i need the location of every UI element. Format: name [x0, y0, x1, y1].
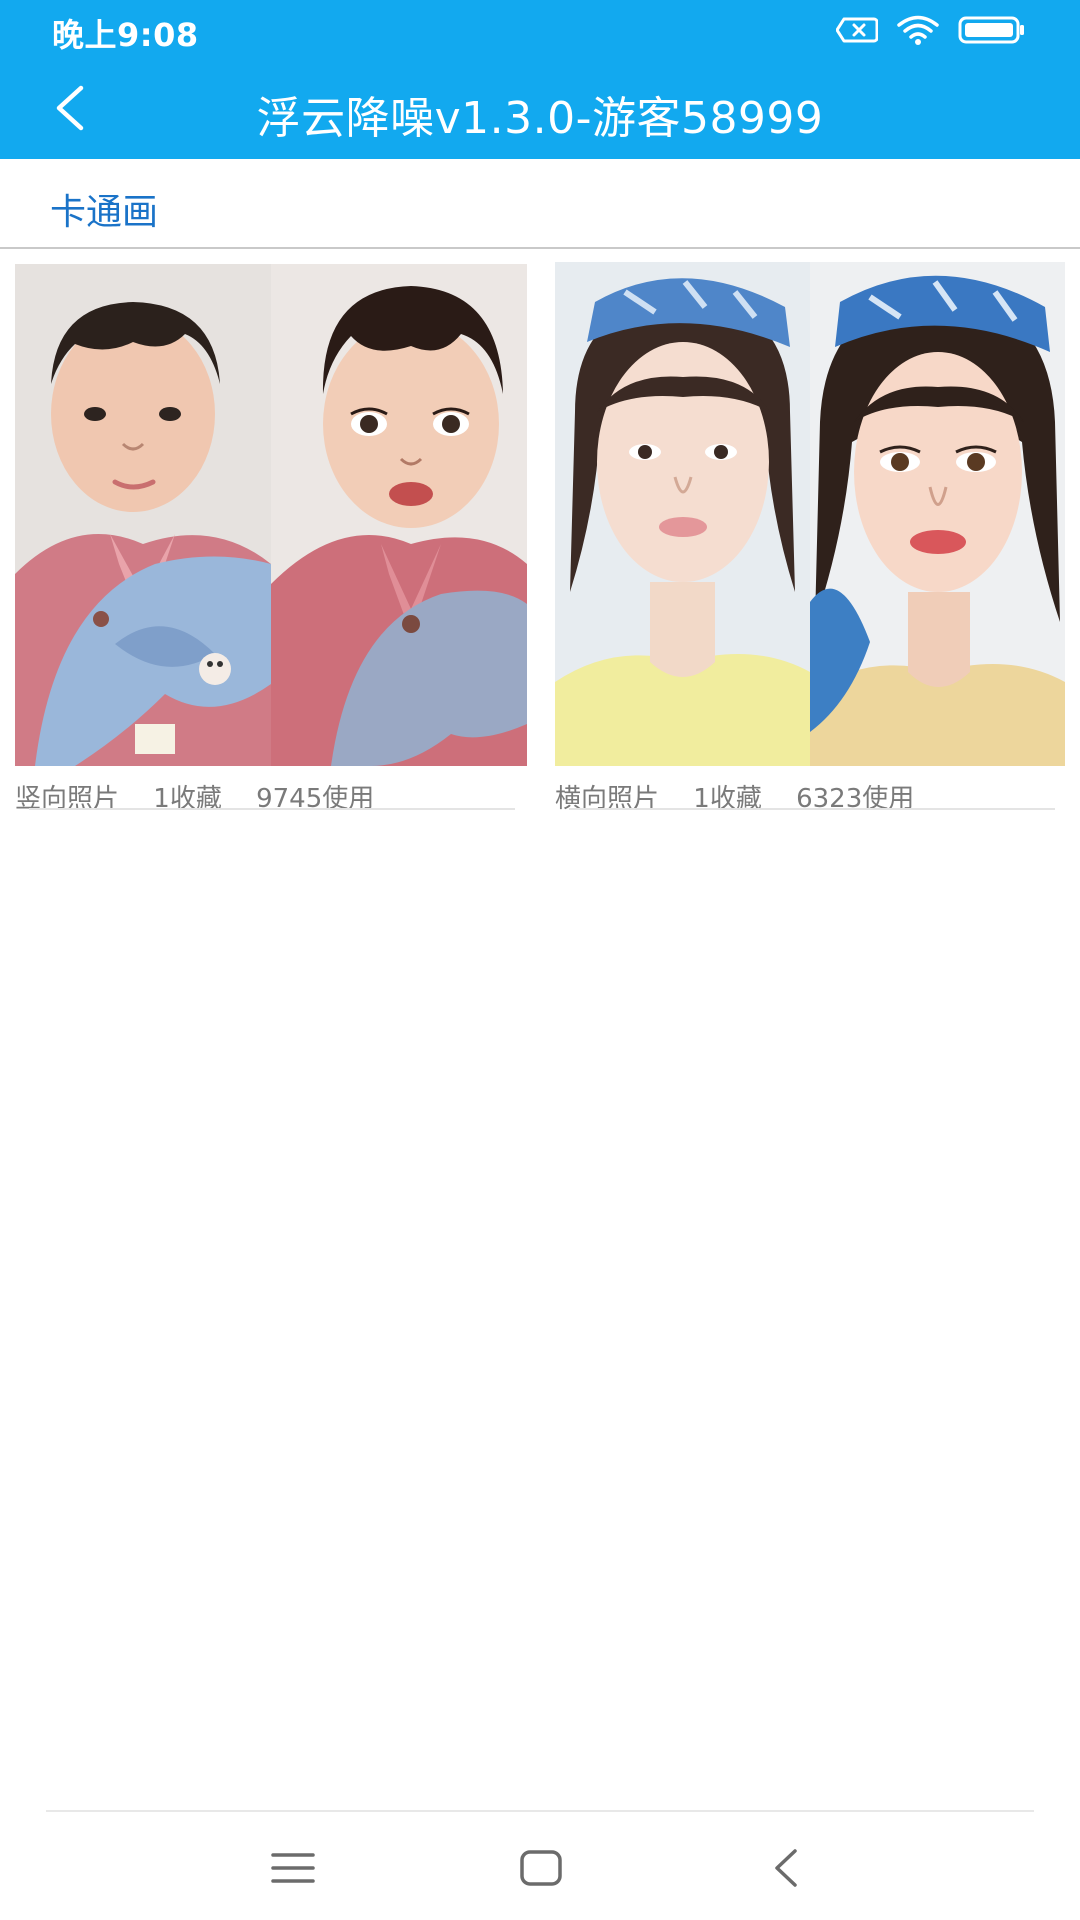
menu-icon	[271, 1851, 315, 1889]
chevron-left-icon	[53, 85, 87, 135]
status-time: 晚上9:08	[52, 16, 199, 54]
app-header: 晚上9:08 浮云降噪v1.3.0-游客58999	[0, 0, 1080, 159]
back-icon	[771, 1848, 801, 1892]
template-thumbnail[interactable]	[15, 264, 527, 766]
original-photo	[555, 262, 810, 766]
nav-home-button[interactable]	[496, 1842, 586, 1898]
wifi-icon	[896, 14, 940, 46]
template-card[interactable]: 竖向照片 1收藏 9745使用	[15, 264, 527, 815]
category-header: 卡通画	[0, 159, 1080, 249]
sim-error-icon	[836, 17, 878, 43]
home-icon	[519, 1849, 563, 1891]
template-card[interactable]: 横向照片 1收藏 6323使用	[555, 262, 1067, 815]
status-icons	[836, 14, 1026, 46]
card-divider	[569, 808, 1055, 810]
page-title: 浮云降噪v1.3.0-游客58999	[256, 93, 824, 144]
back-button[interactable]	[40, 80, 100, 140]
cartoon-result	[810, 262, 1065, 766]
template-thumbnail[interactable]	[555, 262, 1065, 766]
nav-divider	[46, 1810, 1034, 1812]
cartoon-result	[271, 264, 527, 766]
nav-back-button[interactable]	[741, 1842, 831, 1898]
card-divider	[29, 808, 515, 810]
nav-menu-button[interactable]	[248, 1842, 338, 1898]
original-photo	[15, 264, 271, 766]
battery-icon	[958, 15, 1026, 45]
category-label[interactable]: 卡通画	[50, 183, 158, 235]
